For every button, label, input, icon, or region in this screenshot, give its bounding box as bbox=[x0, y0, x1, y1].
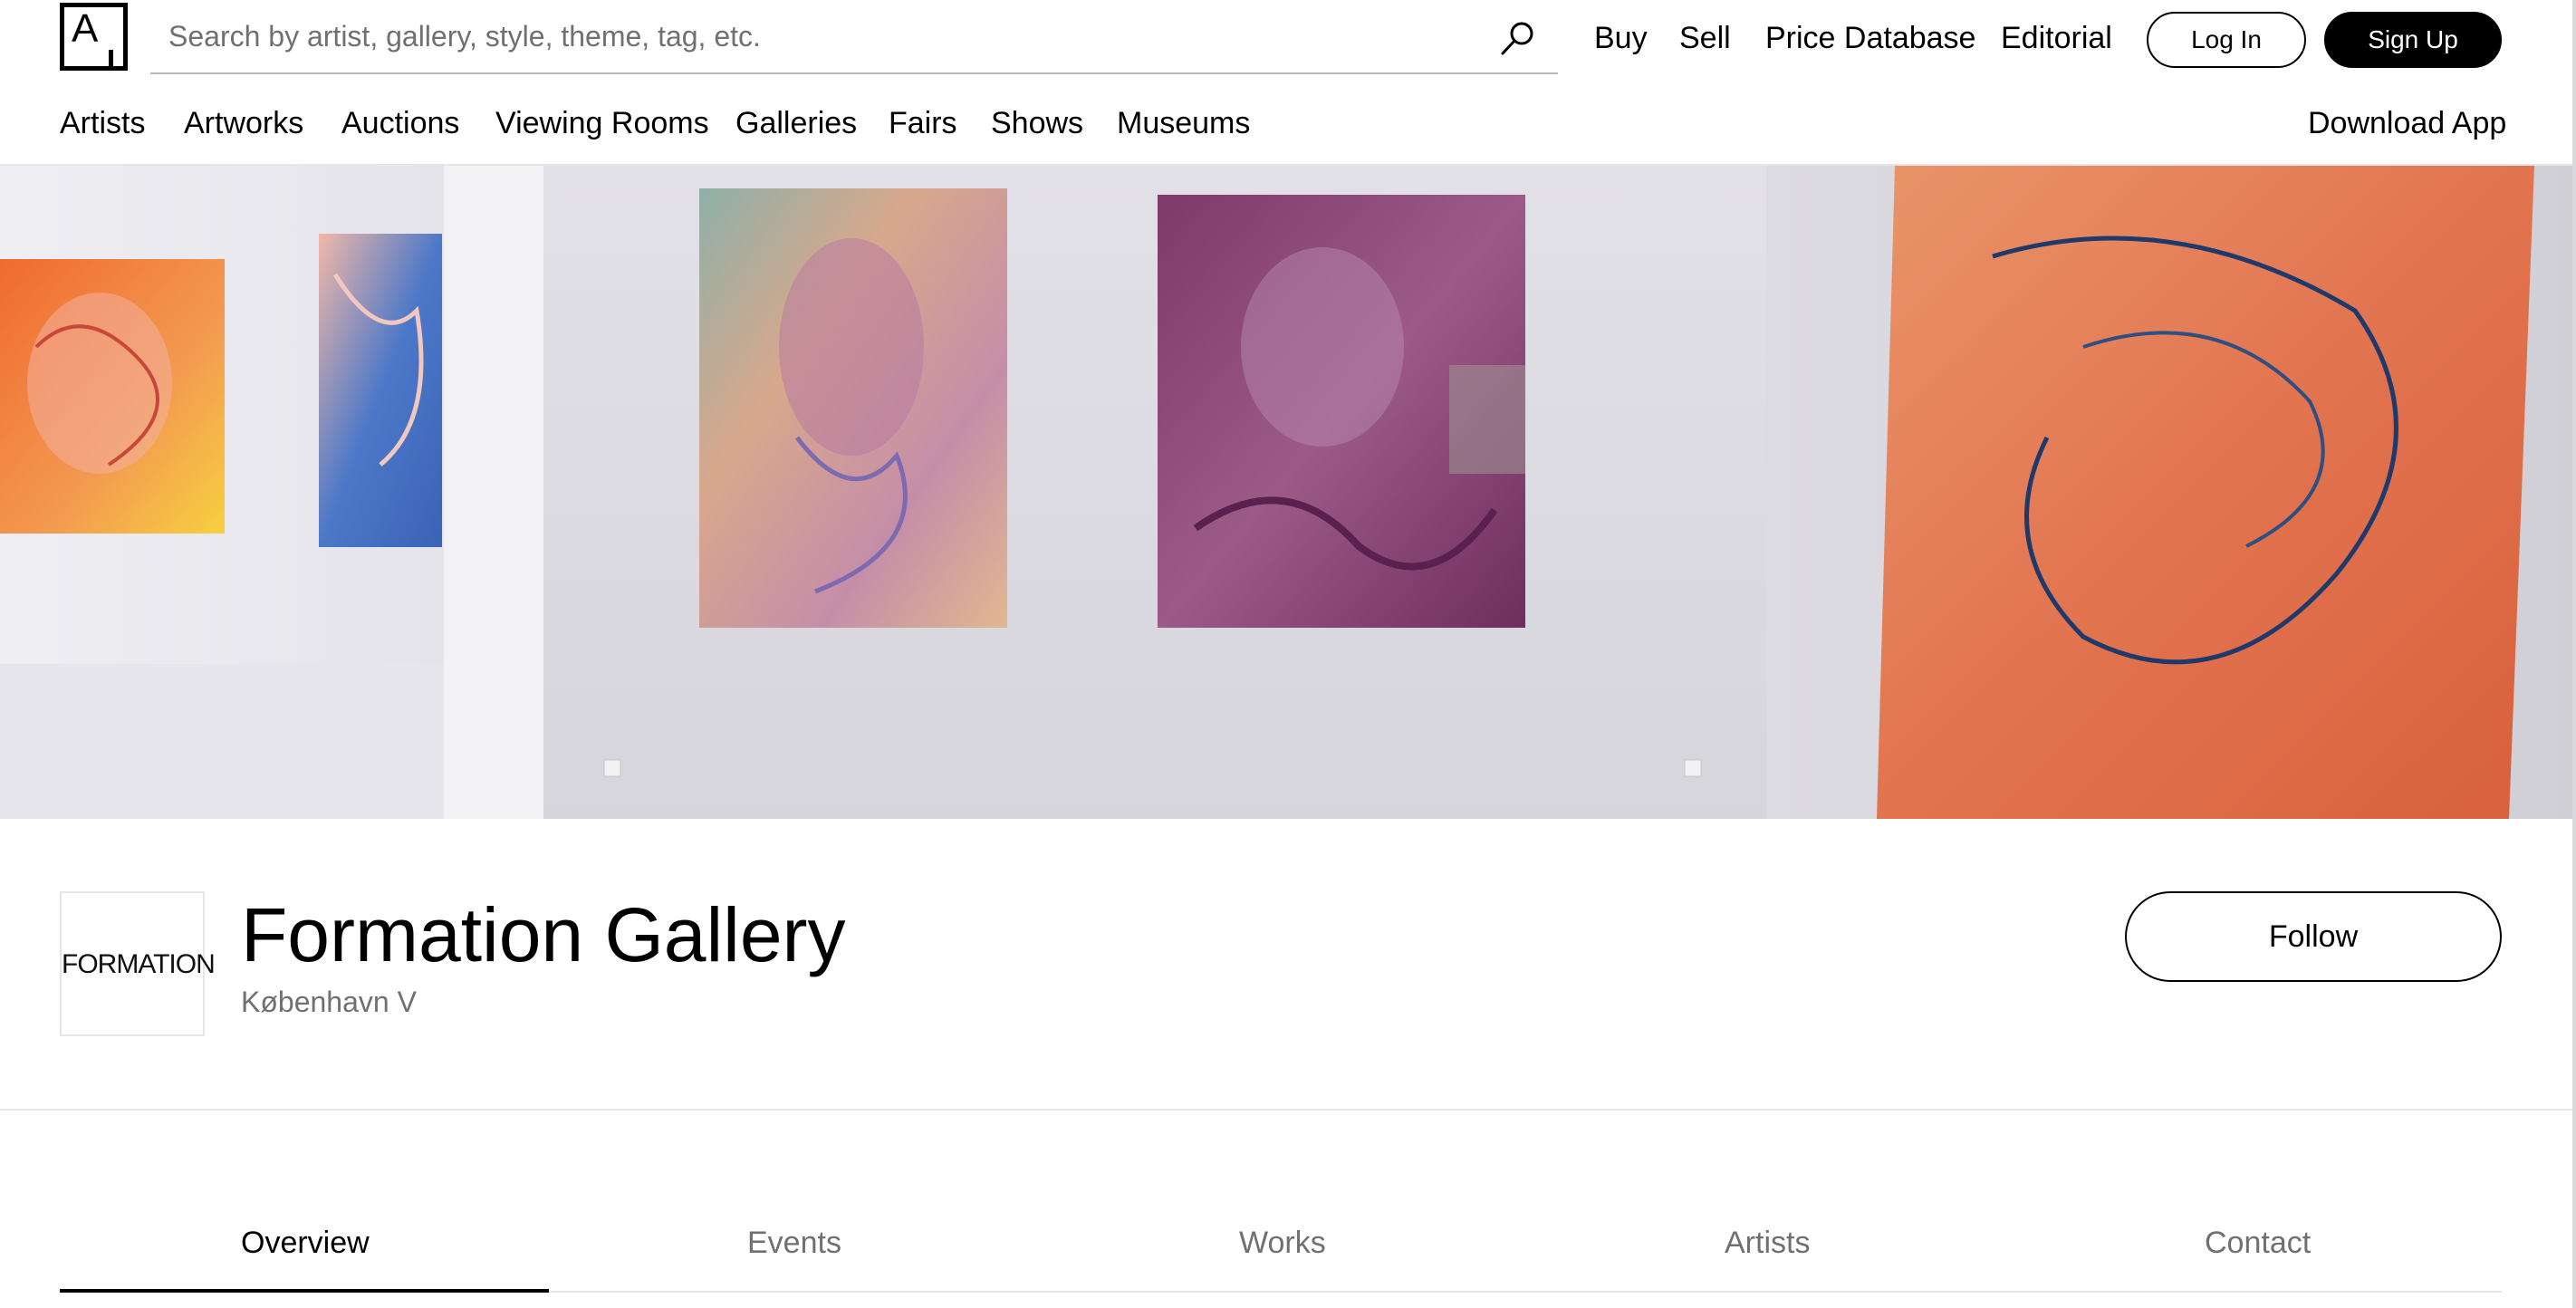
main-nav-fairs[interactable]: Fairs bbox=[889, 101, 957, 145]
gallery-logo-text: FORMATION bbox=[62, 949, 216, 979]
artsy-logo[interactable]: A bbox=[60, 3, 128, 71]
tab-artists[interactable]: Artists bbox=[1725, 1223, 1810, 1263]
signup-button[interactable]: Sign Up bbox=[2324, 12, 2502, 68]
main-nav-shows[interactable]: Shows bbox=[991, 101, 1083, 145]
main-nav-auctions[interactable]: Auctions bbox=[341, 101, 459, 145]
section-divider bbox=[0, 1109, 2576, 1111]
installation-photo-icon bbox=[0, 166, 2576, 819]
tab-works[interactable]: Works bbox=[1239, 1223, 1326, 1263]
gallery-hero-image bbox=[0, 166, 2576, 819]
main-nav-artworks[interactable]: Artworks bbox=[184, 101, 303, 145]
search-input[interactable] bbox=[168, 13, 1455, 60]
gallery-location: København V bbox=[241, 986, 417, 1018]
active-tab-indicator bbox=[60, 1289, 549, 1293]
follow-button[interactable]: Follow bbox=[2125, 891, 2502, 982]
search-icon[interactable] bbox=[1498, 18, 1538, 58]
main-nav-viewing-rooms[interactable]: Viewing Rooms bbox=[495, 101, 709, 145]
logo-letter: A bbox=[72, 6, 99, 51]
tab-overview[interactable]: Overview bbox=[241, 1223, 370, 1263]
nav-price-database[interactable]: Price Database bbox=[1765, 18, 1975, 58]
logo-corner-mark bbox=[109, 50, 113, 66]
gallery-name: Formation Gallery bbox=[241, 892, 846, 977]
tab-events[interactable]: Events bbox=[747, 1223, 841, 1263]
search-bar[interactable] bbox=[150, 0, 1558, 74]
tab-contact[interactable]: Contact bbox=[2205, 1223, 2311, 1263]
scrollbar[interactable] bbox=[2572, 0, 2576, 1308]
gallery-logo: FORMATION bbox=[60, 891, 216, 1036]
main-nav-museums[interactable]: Museums bbox=[1117, 101, 1250, 145]
nav-sell[interactable]: Sell bbox=[1679, 18, 1731, 58]
main-nav-galleries[interactable]: Galleries bbox=[735, 101, 857, 145]
main-nav-artists[interactable]: Artists bbox=[60, 101, 145, 145]
login-button[interactable]: Log In bbox=[2147, 12, 2306, 68]
nav-editorial[interactable]: Editorial bbox=[2001, 18, 2112, 58]
download-app-link[interactable]: Download App bbox=[2308, 101, 2506, 145]
nav-buy[interactable]: Buy bbox=[1594, 18, 1648, 58]
